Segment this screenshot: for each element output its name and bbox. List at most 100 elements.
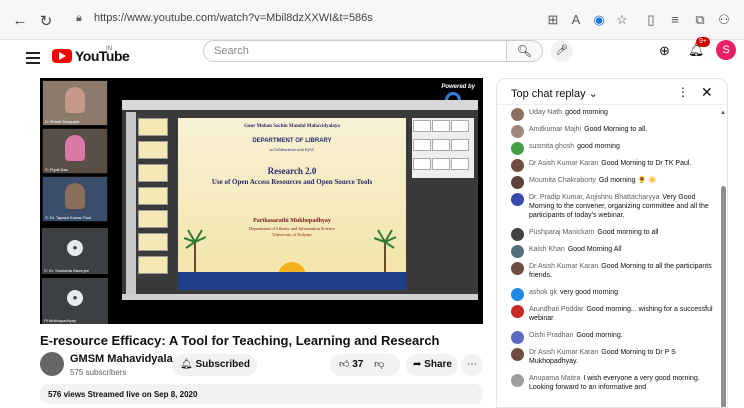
thumbs-down-icon: 👎︎ [374, 359, 385, 370]
palm-tree-icon [374, 229, 396, 272]
slide-collab: in Collaboration with IQAC [269, 147, 315, 152]
chat-author-avatar [511, 245, 524, 258]
slide-thumbnails [138, 118, 172, 296]
like-count: 37 [352, 359, 364, 370]
chat-author-name: Moumita Chakraborty [529, 177, 596, 184]
chat-message-text: good morning [577, 143, 620, 150]
chat-author-avatar [511, 176, 524, 189]
participant-tile: S: Shirali Sengupta [42, 80, 108, 126]
subscribed-label: Subscribed [195, 359, 250, 370]
presentation-sidebar [126, 112, 136, 296]
favorite-icon[interactable]: ☆ [614, 12, 630, 28]
channel-name[interactable]: GMSM Mahavidyala... [70, 353, 182, 365]
apps-icon[interactable]: ⊞ [545, 12, 561, 28]
chat-close-icon[interactable]: ✕ [701, 84, 713, 101]
chat-message[interactable]: Pushparaj Manickam Good morning to all [497, 226, 719, 241]
chat-author-avatar [511, 142, 524, 155]
chat-message[interactable]: Dr Asish Kumar Karan Good Morning to all … [497, 260, 719, 282]
chat-more-icon[interactable]: ⋮ [677, 85, 689, 99]
shared-screen: Gour Mohan Sachin Mandal Mahavidyalaya D… [122, 100, 478, 300]
chat-message[interactable]: ashok gk very good morning [497, 286, 719, 301]
share-button[interactable]: ➦ Share [406, 354, 458, 376]
chat-message[interactable]: Anupama Maitra I wish everyone a very goo… [497, 372, 719, 394]
read-aloud-icon[interactable]: A [568, 12, 584, 27]
chat-author-name: Amitkumar Majhi [529, 126, 582, 133]
chat-mode-dropdown[interactable]: Top chat replay ⌄ [511, 87, 598, 100]
bell-icon: 🔔︎ [180, 359, 193, 370]
chat-author-avatar [511, 288, 524, 301]
slide-speaker: Parthasarathi Mukhopadhyay [253, 218, 331, 224]
powered-by-label: Powered by [441, 84, 475, 90]
chat-author-name: Pushparaj Manickam [529, 229, 595, 236]
chat-message-text: Good Morning to all. [584, 126, 648, 133]
create-video-icon[interactable]: ⊕ [659, 43, 670, 59]
like-button[interactable]: 👍︎ 37 [339, 359, 363, 370]
chat-author-avatar [511, 348, 524, 361]
chat-author-avatar [511, 125, 524, 138]
split-screen-icon[interactable]: ▯ [643, 12, 659, 28]
scroll-up-icon[interactable]: ▲ [720, 110, 726, 116]
subscribed-button[interactable]: 🔔︎ Subscribed ⌄ [172, 354, 257, 392]
description-box[interactable]: 576 views Streamed live on Sep 8, 2020 [40, 384, 483, 404]
dislike-button[interactable]: 👎︎ [374, 359, 384, 370]
slide-speaker-dept: Department of Library and Information Sc… [248, 226, 336, 231]
thumbs-up-icon: 👍︎ [339, 359, 350, 370]
chat-message[interactable]: Dr. Pradip Kumar, Anjishnu Bhattacharyya… [497, 191, 719, 222]
chat-author-avatar [511, 108, 524, 121]
chat-message[interactable]: Amitkumar Majhi Good Morning to all. [497, 123, 719, 138]
lock-icon[interactable]: 🔒︎ [76, 12, 82, 25]
chat-message[interactable]: Kaish Khan Good Morning All [497, 243, 719, 258]
chat-message-text: Good morning. [576, 332, 623, 339]
presentation-statusbar [122, 294, 478, 300]
video-player[interactable]: S: Shirali Sengupta S: Piyali Das S: Dr.… [40, 78, 483, 324]
chat-author-name: Anupama Maitra [529, 375, 581, 382]
presentation-toolbar [122, 100, 478, 110]
chat-message[interactable]: Arundhati Poddar Good morning... wishing … [497, 303, 719, 325]
chat-author-name: Uday Nath [529, 109, 563, 116]
channel-avatar[interactable] [40, 352, 64, 376]
share-icon: ➦ [413, 359, 422, 370]
chat-message-text: very good morning [560, 289, 619, 296]
share-label: Share [424, 359, 452, 370]
chat-message-text: Good Morning All [567, 246, 622, 253]
search-input[interactable]: Search [203, 40, 507, 62]
participant-name: S: Dr. Sushanta Banerjee [44, 268, 90, 273]
live-chat-panel: Top chat replay ⌄ ⋮ ✕ Uday Nath good morn… [496, 78, 728, 408]
more-actions-button[interactable]: ⋯ [461, 354, 483, 376]
current-slide: Gour Mohan Sachin Mandal Mahavidyalaya D… [178, 118, 406, 290]
search-icon: 🔍︎ [516, 44, 533, 58]
chat-message[interactable]: Moumita Chakraborty Gd morning 🌻 ☀️ [497, 174, 719, 189]
url-text[interactable]: https://www.youtube.com/watch?v=Mbil8dzX… [94, 12, 373, 24]
chat-message[interactable]: Dr Asish Kumar Karan Good Morning to Dr P… [497, 346, 719, 368]
extension-icon[interactable]: ◉ [591, 12, 607, 28]
scroll-thumb[interactable] [721, 186, 726, 407]
collections-icon[interactable]: ⧉ [692, 12, 708, 28]
profile-icon[interactable]: ⚇ [716, 12, 732, 28]
slide-topic: Research 2.0 [267, 166, 317, 176]
participant-tile: ● PI Mukhopadhyay [42, 278, 108, 324]
chat-author-name: Dr Asish Kumar Karan [529, 349, 599, 356]
chat-message[interactable]: susmita ghosh good morning [497, 140, 719, 155]
address-bar[interactable]: 🔒︎ https://www.youtube.com/watch?v=Mbil8… [68, 9, 538, 31]
slide-college: Gour Mohan Sachin Mandal Mahavidyalaya [244, 124, 340, 129]
chat-messages: Uday Nath good morning Amitkumar Majhi Good… [497, 106, 719, 398]
chat-scrollbar[interactable]: ▲ [719, 106, 727, 407]
chat-message[interactable]: Oishi Pradhan Good morning. [497, 329, 719, 344]
favorites-list-icon[interactable]: ≡ [667, 12, 683, 27]
chat-header: Top chat replay ⌄ ⋮ ✕ [497, 79, 727, 105]
like-dislike-group: 👍︎ 37 👎︎ [330, 354, 400, 376]
back-icon[interactable]: ← [12, 12, 28, 29]
voice-search-button[interactable]: 🎤︎ [551, 40, 573, 62]
reload-icon[interactable]: ↻ [38, 12, 54, 30]
view-count-date: 576 views Streamed live on Sep 8, 2020 [48, 390, 198, 399]
chat-author-name: Oishi Pradhan [529, 332, 574, 339]
slide-subtopic: Use of Open Access Resources and Open So… [211, 178, 373, 186]
slide-footer-band [178, 272, 406, 290]
chat-author-name: susmita ghosh [529, 143, 575, 150]
search-button[interactable]: 🔍︎ [507, 40, 543, 62]
account-avatar[interactable]: S [716, 40, 736, 60]
chat-author-avatar [511, 331, 524, 344]
chat-message[interactable]: Dr Asish Kumar Karan Good Morning to Dr T… [497, 157, 719, 172]
chat-message[interactable]: Uday Nath good morning [497, 106, 719, 121]
chat-author-name: Kaish Khan [529, 246, 565, 253]
